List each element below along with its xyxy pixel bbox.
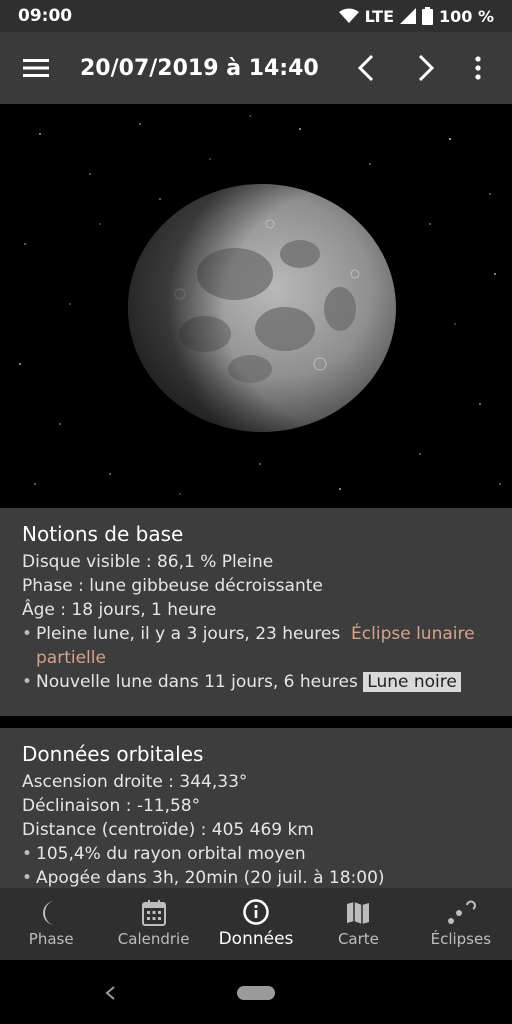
chevron-right-icon [418,54,434,82]
map-icon [347,902,370,924]
signal-icon [400,8,416,24]
battery-label: 100 % [439,6,494,26]
back-arrow-icon[interactable] [104,985,116,1001]
nav-phase-label: Phase [28,930,74,948]
eclipse-link[interactable]: Éclipse lunaire [351,624,475,644]
info-icon [243,899,269,925]
menu-button[interactable] [20,46,52,90]
distance-text: Distance (centroïde) : 405 469 km [22,820,314,840]
status-time: 09:00 [18,6,73,26]
previous-button[interactable] [344,46,388,90]
home-pill[interactable] [237,986,275,1000]
nav-calendar[interactable]: Calendrie [102,888,204,960]
nav-calendar-label: Calendrie [117,930,190,948]
overflow-menu-button[interactable] [464,46,492,90]
basics-card: Notions de base Disque visible : 86,1 % … [0,508,512,716]
crescent-moon-icon [43,901,56,925]
hamburger-icon [23,59,49,77]
phase-text: Phase : lune gibbeuse décroissante [22,576,323,596]
status-bar: 09:00 LTE 100 % [0,0,512,32]
full-moon-item: Pleine lune, il y a 3 jours, 23 heures É… [22,622,490,670]
black-moon-badge[interactable]: Lune noire [363,672,461,692]
orbital-radius-item: 105,4% du rayon orbital moyen [22,842,490,866]
age-text: Âge : 18 jours, 1 heure [22,600,217,620]
apogee-item: Apogée dans 3h, 20min (20 juil. à 18:00) [22,866,490,888]
chevron-left-icon [358,54,374,82]
new-moon-text: Nouvelle lune dans 11 jours, 6 heures [36,672,358,692]
nav-map[interactable]: Carte [307,888,409,960]
battery-icon [422,7,433,25]
declination-text: Déclinaison : -11,58° [22,796,201,816]
nav-data-label: Données [218,929,294,949]
visible-disc-text: Disque visible : 86,1 % Pleine [22,552,274,572]
eclipse-link-continued[interactable]: partielle [36,646,490,670]
wifi-icon [338,8,359,23]
app-bar: 20/07/2019 à 14:40 [0,32,512,104]
network-label: LTE [364,6,394,26]
orbital-card: Données orbitales Ascension droite : 344… [0,728,512,888]
nav-eclipses[interactable]: Éclipses [410,888,512,960]
nav-data[interactable]: Données [205,888,307,960]
page-title[interactable]: 20/07/2019 à 14:40 [80,56,344,81]
full-moon-text: Pleine lune, il y a 3 jours, 23 heures [36,624,341,644]
right-ascension-text: Ascension droite : 344,33° [22,772,248,792]
bottom-navigation: Phase Calendrie Données Carte Éclipses [0,888,512,960]
orbital-heading: Données orbitales [22,742,204,766]
basics-heading: Notions de base [22,522,184,546]
nav-eclipses-label: Éclipses [430,930,492,948]
system-navigation-bar [0,960,512,1024]
calendar-icon [141,900,166,926]
moon-illustration [19,115,501,495]
nav-phase[interactable]: Phase [0,888,102,960]
status-icons: LTE 100 % [338,6,494,26]
moon-image [0,104,512,504]
next-button[interactable] [404,46,448,90]
eclipse-icon [447,900,476,924]
nav-map-label: Carte [337,930,379,948]
new-moon-item: Nouvelle lune dans 11 jours, 6 heures Lu… [22,670,490,694]
more-vertical-icon [475,56,481,80]
